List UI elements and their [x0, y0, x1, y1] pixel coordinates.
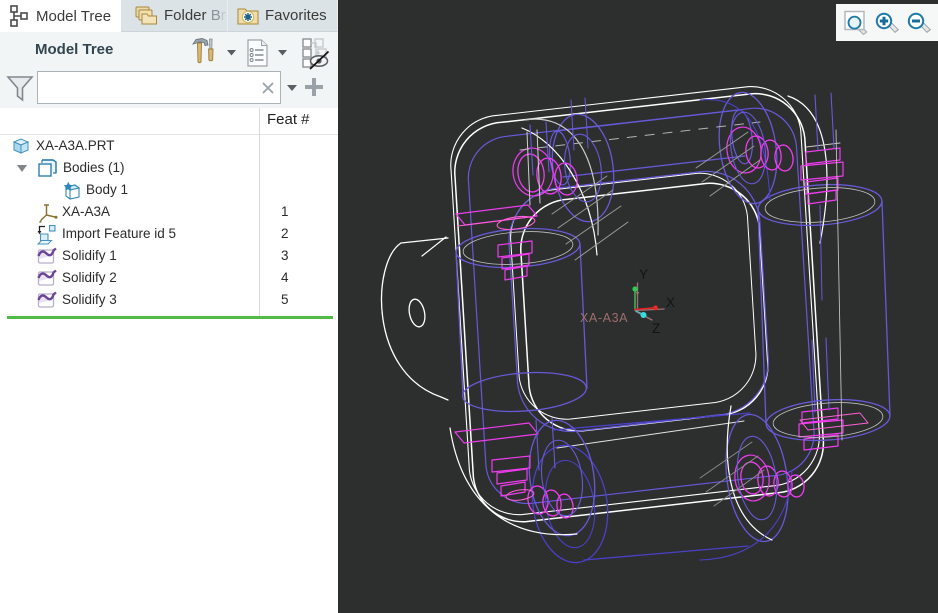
svg-text:X: X	[666, 295, 675, 310]
svg-text:XA-A3A: XA-A3A	[580, 311, 628, 325]
svg-text:Z: Z	[652, 321, 660, 336]
svg-text:Y: Y	[639, 267, 648, 282]
